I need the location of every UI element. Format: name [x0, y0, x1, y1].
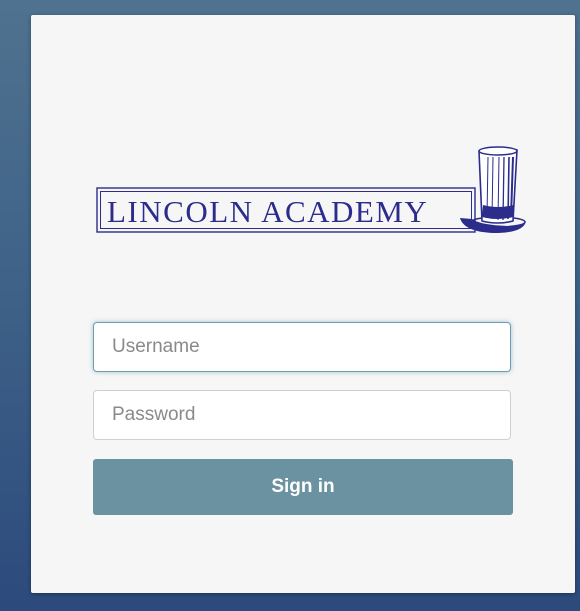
- login-card: LINCOLN ACADEMY Sign in: [31, 15, 575, 593]
- password-input[interactable]: [93, 390, 511, 440]
- top-hat-icon: [460, 146, 526, 233]
- logo-text: LINCOLN ACADEMY: [107, 194, 428, 229]
- lincoln-academy-logo: LINCOLN ACADEMY: [96, 146, 526, 233]
- username-input[interactable]: [93, 322, 511, 372]
- sign-in-button[interactable]: Sign in: [93, 459, 513, 515]
